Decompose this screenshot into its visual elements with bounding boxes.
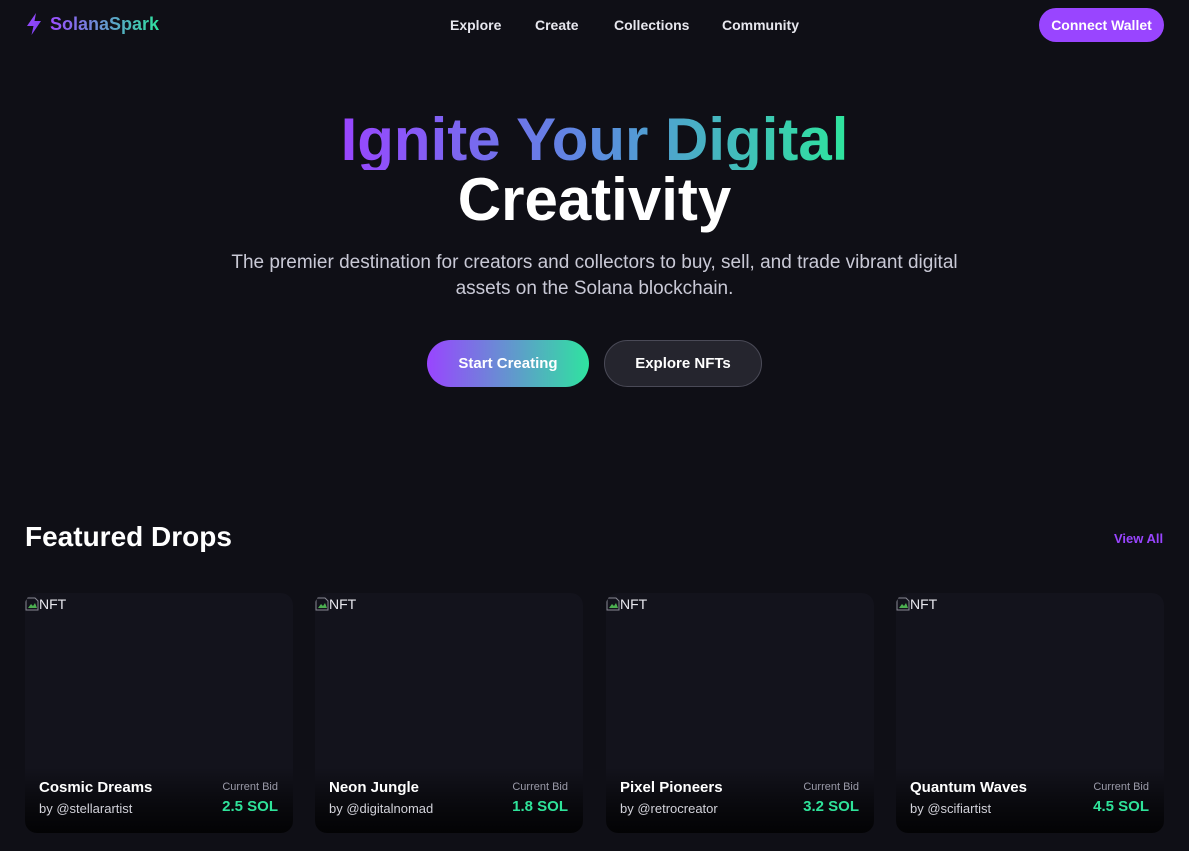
current-bid-value: 4.5 SOL: [1093, 798, 1149, 815]
nft-card[interactable]: NFT Cosmic Dreams by @stellarartist Curr…: [25, 593, 293, 833]
broken-image-icon: [606, 597, 620, 611]
current-bid-label: Current Bid: [803, 781, 859, 793]
nft-title: Neon Jungle: [329, 779, 420, 796]
brand-logo[interactable]: SolanaSpark: [24, 12, 159, 36]
brand-name: SolanaSpark: [50, 13, 160, 34]
nft-card[interactable]: NFT Neon Jungle by @digitalnomad Current…: [315, 593, 583, 833]
current-bid-value: 3.2 SOL: [803, 798, 859, 815]
start-creating-button[interactable]: Start Creating: [427, 340, 589, 387]
nft-title: Cosmic Dreams: [39, 779, 153, 796]
broken-image-icon: [25, 597, 39, 611]
current-bid-value: 1.8 SOL: [512, 798, 568, 815]
nft-creator: by @digitalnomad: [329, 801, 434, 816]
nft-creator: by @stellarartist: [39, 801, 133, 816]
broken-image-icon: [315, 597, 329, 611]
hero-subtitle: The premier destination for creators and…: [231, 252, 958, 299]
nav-link-explore[interactable]: Explore: [450, 17, 501, 33]
featured-drops-title: Featured Drops: [25, 521, 232, 552]
nft-image: NFT: [896, 596, 937, 612]
current-bid-value: 2.5 SOL: [222, 798, 278, 815]
nav-link-collections[interactable]: Collections: [614, 17, 689, 33]
nft-card[interactable]: NFT Pixel Pioneers by @retrocreator Curr…: [606, 593, 874, 833]
hero-title-line1: Ignite Your Digital: [0, 110, 1189, 170]
current-bid-label: Current Bid: [512, 781, 568, 793]
lightning-bolt-icon: [27, 13, 41, 35]
hero-title-line2: Creativity: [457, 166, 732, 233]
nft-creator: by @scifiartist: [910, 801, 992, 816]
nav-link-community[interactable]: Community: [722, 17, 799, 33]
nft-image-alt: NFT: [620, 596, 648, 612]
nft-image: NFT: [25, 596, 66, 612]
nft-card[interactable]: NFT Quantum Waves by @scifiartist Curren…: [896, 593, 1164, 833]
explore-nfts-button[interactable]: Explore NFTs: [604, 340, 762, 387]
nft-image: NFT: [606, 596, 647, 612]
view-all-link[interactable]: View All: [1114, 531, 1163, 546]
nft-creator: by @retrocreator: [620, 801, 718, 816]
nft-image-alt: NFT: [329, 596, 357, 612]
nft-title: Quantum Waves: [910, 779, 1027, 796]
nft-image-alt: NFT: [910, 596, 938, 612]
hero-title-gradient: Ignite Your Digital: [340, 106, 849, 173]
nft-title: Pixel Pioneers: [620, 779, 723, 796]
nav-link-create[interactable]: Create: [535, 17, 579, 33]
connect-wallet-button[interactable]: Connect Wallet: [1039, 8, 1164, 42]
nft-image: NFT: [315, 596, 356, 612]
nft-image-alt: NFT: [39, 596, 67, 612]
current-bid-label: Current Bid: [1093, 781, 1149, 793]
broken-image-icon: [896, 597, 910, 611]
current-bid-label: Current Bid: [222, 781, 278, 793]
top-navbar: SolanaSpark Explore Create Collections C…: [0, 0, 1189, 50]
